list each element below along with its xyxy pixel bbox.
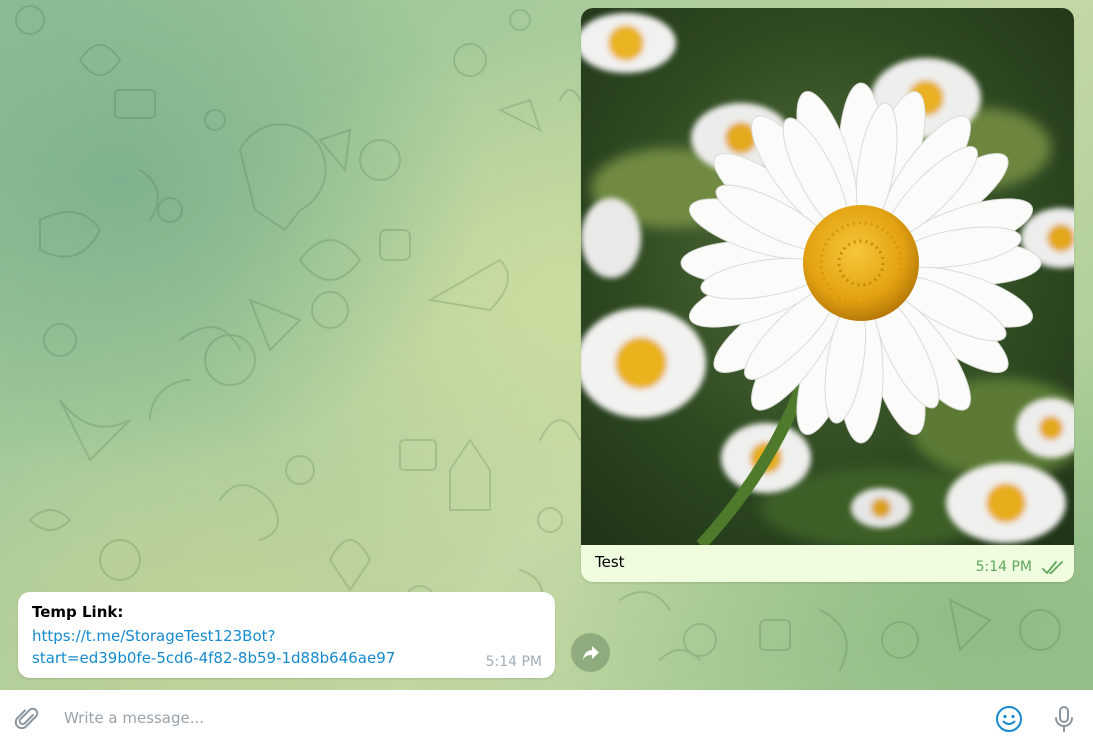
temp-link-line-2: start=ed39b0fe-5cd6-4f82-8b59-1d88b646ae… [32,649,396,667]
forward-icon [582,645,599,660]
emoji-button[interactable] [992,702,1026,736]
paperclip-icon [14,707,39,730]
voice-message-button[interactable] [1047,702,1081,736]
message-time: 5:14 PM [975,559,1032,575]
smile-icon [996,706,1022,732]
microphone-icon [1055,706,1073,732]
message-composer [0,690,1093,746]
temp-link-line-1: https://t.me/StorageTest123Bot? [32,627,276,645]
incoming-text-message[interactable]: Temp Link: https://t.me/StorageTest123Bo… [18,592,555,678]
temp-link[interactable]: https://t.me/StorageTest123Bot? start=ed… [32,625,452,669]
outgoing-photo-message[interactable]: Test 5:14 PM [581,8,1074,582]
photo-caption: Test [595,553,625,571]
forward-button[interactable] [571,633,610,672]
message-time: 5:14 PM [485,654,542,670]
chat-area: Test 5:14 PM Temp Link: https://t.me/Sto… [0,0,1093,690]
read-double-check-icon [1042,561,1063,574]
attach-button[interactable] [10,702,44,736]
message-input[interactable] [64,703,964,733]
daisy-photo[interactable] [581,8,1074,545]
message-title: Temp Link: [32,603,124,621]
